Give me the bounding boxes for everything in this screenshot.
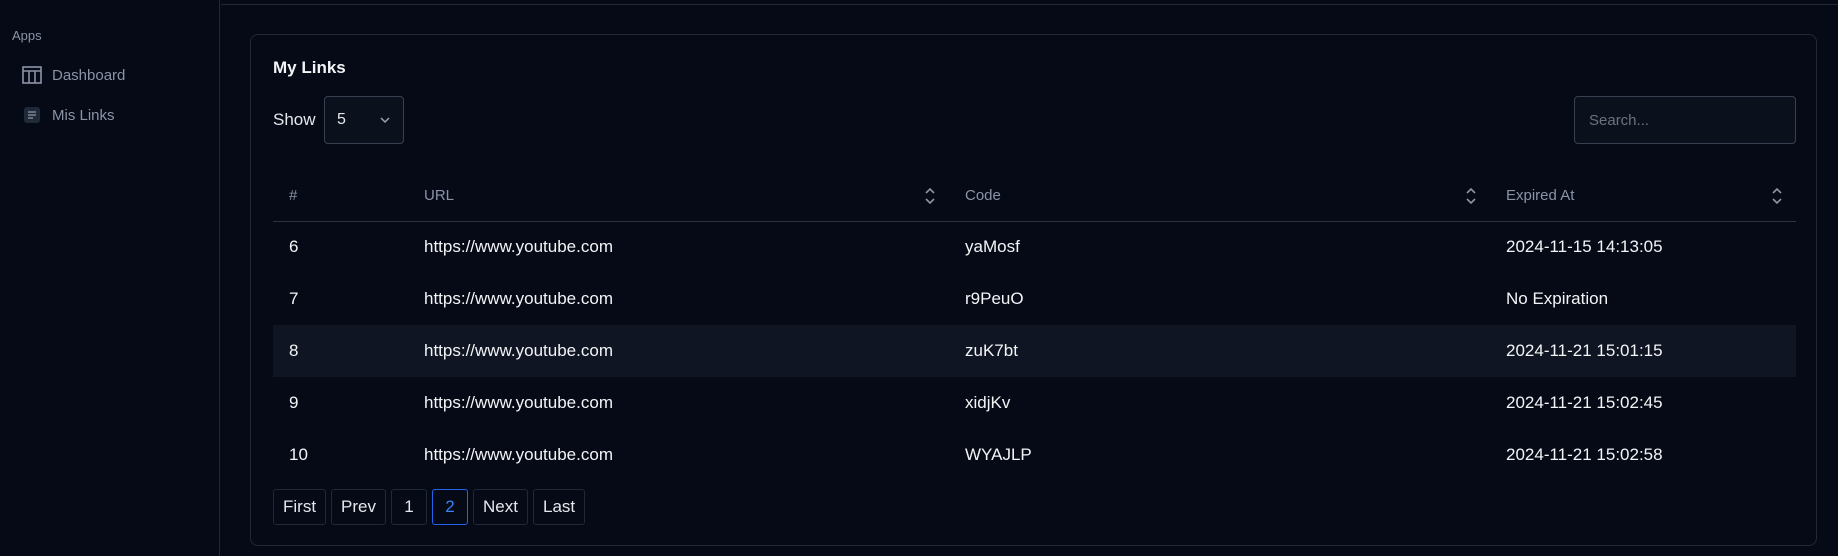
cell-expired-at: 2024-11-15 14:13:05 xyxy=(1506,237,1663,257)
table-row: 8 https://www.youtube.com zuK7bt 2024-11… xyxy=(273,325,1796,377)
cell-code: zuK7bt xyxy=(949,325,1490,377)
table-row: 7 https://www.youtube.com r9PeuO No Expi… xyxy=(273,273,1796,325)
pagination: First Prev 1 2 Next Last xyxy=(273,489,586,525)
prev-page-button[interactable]: Prev xyxy=(331,489,387,525)
cell-id: 10 xyxy=(289,445,308,464)
cell-code: yaMosf xyxy=(965,237,1020,257)
document-icon xyxy=(22,105,42,125)
last-page-button[interactable]: Last xyxy=(532,489,586,525)
card-title: My Links xyxy=(273,58,346,77)
links-table: # URL Code Expired At 6 https://www.yout… xyxy=(273,171,1796,481)
search-input[interactable] xyxy=(1574,96,1796,144)
cell-code: r9PeuO xyxy=(965,289,1024,308)
cell-code: WYAJLP xyxy=(965,445,1032,464)
page-button-1[interactable]: 1 xyxy=(391,489,428,525)
sidebar-item-dashboard[interactable]: Dashboard xyxy=(22,62,125,88)
first-page-button[interactable]: First xyxy=(273,489,327,525)
cell-id: 7 xyxy=(289,289,299,308)
sort-icon[interactable] xyxy=(1772,187,1782,209)
sort-icon[interactable] xyxy=(1466,187,1476,209)
cell-url: https://www.youtube.com xyxy=(424,237,613,257)
cell-id: 9 xyxy=(289,393,299,412)
column-header-expired-at[interactable]: Expired At xyxy=(1490,171,1796,222)
cell-url: https://www.youtube.com xyxy=(424,289,613,308)
cell-expired-at: 2024-11-21 15:02:45 xyxy=(1506,393,1663,412)
chevron-down-icon xyxy=(379,113,391,131)
sidebar-item-label: Mis Links xyxy=(52,106,115,124)
sidebar-section-title: Apps xyxy=(12,28,42,43)
cell-id: 8 xyxy=(273,325,408,377)
cell-code: xidjKv xyxy=(965,393,1011,412)
page-size-select[interactable]: 5 xyxy=(324,96,404,144)
column-header-id: # xyxy=(273,171,408,222)
header-divider xyxy=(221,4,1838,5)
page-size-value: 5 xyxy=(337,111,346,128)
table-row: 6 https://www.youtube.com yaMosf 2024-11… xyxy=(273,221,1796,273)
sidebar: Apps Dashboard Mis Links xyxy=(0,0,220,556)
cell-url: https://www.youtube.com xyxy=(408,325,949,377)
next-page-button[interactable]: Next xyxy=(473,489,528,525)
table-header-row: # URL Code Expired At xyxy=(273,171,1796,222)
column-header-code[interactable]: Code xyxy=(949,171,1490,222)
show-label: Show xyxy=(273,110,316,129)
cell-url: https://www.youtube.com xyxy=(424,445,613,464)
sidebar-item-mis-links[interactable]: Mis Links xyxy=(22,102,115,128)
page-button-2-current[interactable]: 2 xyxy=(432,489,469,525)
sort-icon[interactable] xyxy=(925,187,935,209)
columns-icon xyxy=(22,65,42,85)
cell-expired-at: No Expiration xyxy=(1506,289,1609,308)
cell-url: https://www.youtube.com xyxy=(424,393,613,412)
column-header-url[interactable]: URL xyxy=(408,171,949,222)
cell-expired-at: 2024-11-21 15:02:58 xyxy=(1506,445,1663,464)
sidebar-item-label: Dashboard xyxy=(52,66,126,84)
table-row: 10 https://www.youtube.com WYAJLP 2024-1… xyxy=(273,429,1796,481)
cell-id: 6 xyxy=(289,237,299,257)
links-card: My Links Show 5 # URL Code Expired At xyxy=(250,34,1817,546)
table-row: 9 https://www.youtube.com xidjKv 2024-11… xyxy=(273,377,1796,429)
cell-expired-at: 2024-11-21 15:01:15 xyxy=(1490,325,1796,377)
